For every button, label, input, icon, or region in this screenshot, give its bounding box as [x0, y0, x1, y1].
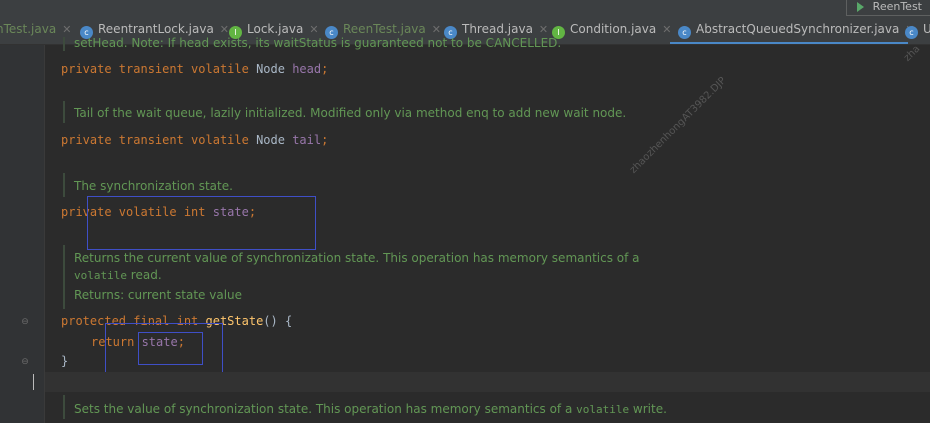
field-tail: tail [292, 133, 322, 147]
doc-code: volatile [74, 269, 127, 282]
doc-comment-head: setHead. Note: If head exists, its waitS… [74, 36, 562, 50]
tab-label: ReentrantLock.java [98, 22, 214, 36]
class-icon: c [905, 26, 918, 39]
type: Node [256, 133, 293, 147]
doc-bar [63, 173, 65, 197]
keywords: private transient volatile [61, 62, 257, 76]
code-editor[interactable]: setHead. Note: If head exists, its waitS… [0, 36, 930, 423]
current-line-highlight [45, 372, 930, 392]
run-config-icon [856, 2, 864, 12]
fold-icon[interactable]: ⊖ [20, 317, 30, 327]
doc-text: read. [126, 268, 162, 282]
semicolon: ; [321, 133, 329, 147]
annotation-box [87, 196, 316, 250]
run-configuration-selector[interactable]: ReenTest [845, 0, 930, 16]
keywords: private transient volatile [61, 133, 257, 147]
close-brace: } [61, 354, 69, 368]
doc-bar [63, 245, 65, 309]
parens: () { [263, 314, 293, 328]
tab-label: Lock.java [247, 22, 304, 36]
tab-label: nTest.java [0, 22, 57, 36]
doc-comment-getstate-3: Returns: current state value [74, 288, 243, 302]
tab-label: AbstractQueuedSynchronizer.java [696, 22, 900, 36]
tab-label: Condition.java [570, 22, 657, 36]
close-icon[interactable]: ✕ [539, 23, 548, 36]
tab-ntest[interactable]: nTest.java ✕ [0, 16, 71, 42]
close-icon[interactable]: ✕ [432, 23, 441, 36]
doc-comment-getstate-1: Returns the current value of synchroniza… [74, 251, 640, 265]
code-line-close: } [61, 354, 68, 368]
doc-text: Sets the value of synchronization state.… [74, 402, 577, 416]
tab-condition[interactable]: I Condition.java ✕ [552, 16, 671, 42]
doc-comment-state: The synchronization state. [74, 179, 233, 193]
close-icon[interactable]: ✕ [220, 23, 229, 36]
close-icon[interactable]: ✕ [309, 23, 318, 36]
semicolon: ; [321, 62, 329, 76]
doc-comment-setstate: Sets the value of synchronization state.… [74, 402, 667, 416]
doc-bar [63, 101, 65, 123]
code-line-tail: private transient volatile Node tail; [61, 133, 328, 147]
tab-label: ReenTest.java [343, 22, 426, 36]
tab-label: U [923, 22, 930, 36]
doc-comment-getstate-2: volatile read. [74, 268, 162, 282]
type: Node [256, 62, 293, 76]
doc-code: volatile [576, 403, 630, 416]
text-caret [33, 374, 34, 390]
run-config-label: ReenTest [872, 0, 922, 13]
tab-abstractqueuedsynchronizer[interactable]: cAbstractQueuedSynchronizer.java✕ [670, 16, 915, 44]
doc-text: write. [629, 402, 667, 416]
annotation-box [138, 332, 203, 365]
doc-comment-tail: Tail of the wait queue, lazily initializ… [74, 106, 627, 120]
tab-u[interactable]: cU [905, 16, 930, 42]
close-icon[interactable]: ✕ [62, 23, 71, 36]
toolbar-strip [0, 0, 930, 16]
class-icon: c [678, 26, 691, 39]
field-head: head [292, 62, 322, 76]
fold-icon[interactable]: ⊖ [20, 357, 30, 367]
doc-bar [63, 395, 65, 419]
tab-label: Thread.java [462, 22, 533, 36]
code-line-head: private transient volatile Node head; [61, 62, 328, 76]
doc-bar [63, 37, 65, 51]
